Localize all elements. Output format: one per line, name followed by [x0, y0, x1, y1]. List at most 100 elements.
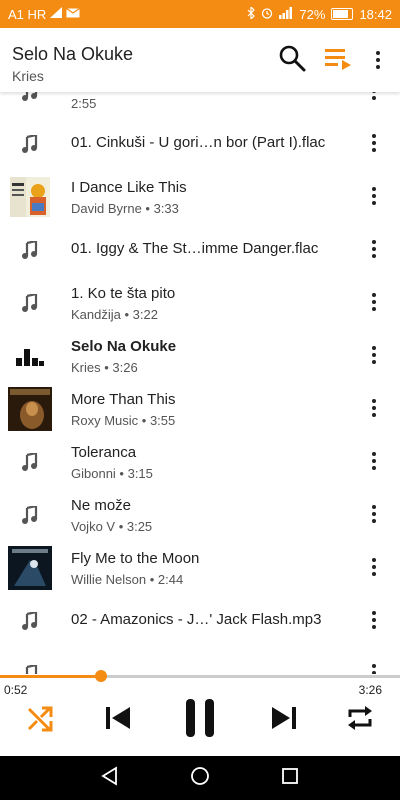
skip-previous-icon [105, 706, 131, 735]
track-subtitle: Vojko V • 3:25 [71, 519, 153, 534]
list-item[interactable]: Ne može Vojko V • 3:25 [0, 489, 400, 542]
back-button[interactable] [96, 764, 124, 792]
album-art [8, 387, 52, 431]
skip-next-icon [271, 706, 297, 735]
more-vert-icon [372, 558, 376, 576]
track-more-button[interactable] [362, 658, 386, 674]
music-note-icon [10, 442, 50, 482]
music-note-icon [10, 283, 50, 323]
play-queue-button[interactable] [322, 44, 354, 76]
pause-icon [185, 698, 215, 743]
track-title: I Dance Like This [71, 179, 187, 196]
clock: 18:42 [359, 6, 392, 22]
music-note-icon [10, 654, 50, 674]
next-button[interactable] [262, 700, 306, 740]
track-title: Toleranca [71, 444, 137, 461]
search-button[interactable] [276, 44, 308, 76]
more-vert-icon [372, 505, 376, 523]
back-triangle-icon [100, 765, 120, 791]
list-item[interactable]: Fly Me to the Moon Willie Nelson • 2:44 [0, 542, 400, 595]
track-more-button[interactable] [362, 92, 386, 106]
track-title: 01. Cinkuši - U gori…n bor (Part I).flac [71, 134, 326, 151]
music-note-icon [10, 124, 50, 164]
track-more-button[interactable] [362, 181, 386, 211]
repeat-button[interactable] [338, 700, 382, 740]
album-art [8, 546, 52, 590]
play-queue-icon [323, 45, 353, 76]
seek-progress [0, 675, 101, 678]
track-more-button[interactable] [362, 234, 386, 264]
repeat-icon [345, 703, 375, 738]
more-vert-icon [372, 399, 376, 417]
battery-icon [331, 8, 354, 20]
more-vert-icon [376, 51, 380, 69]
track-subtitle: Willie Nelson • 2:44 [71, 572, 184, 587]
music-note-icon [10, 495, 50, 535]
track-more-button[interactable] [362, 605, 386, 635]
track-more-button[interactable] [362, 128, 386, 158]
home-circle-icon [190, 766, 210, 791]
track-title: Fly Me to the Moon [71, 550, 200, 567]
app-header: Selo Na Okuke Kries [0, 28, 400, 92]
list-item-now-playing[interactable]: Selo Na Okuke Kries • 3:26 [0, 330, 400, 383]
album-art [10, 177, 50, 217]
page-title: Selo Na Okuke [12, 44, 134, 64]
list-item[interactable]: 01. Cinkuši - U gori…n bor (Part I).flac [0, 118, 400, 171]
seek-thumb[interactable] [94, 670, 107, 682]
track-title: 1. Ko te šta pito [71, 285, 176, 302]
music-note-icon [10, 230, 50, 270]
list-item[interactable]: 02 - Amazonics - J…' Jack Flash.mp3 [0, 595, 400, 648]
list-item[interactable] [0, 648, 400, 674]
more-vert-icon [372, 187, 376, 205]
track-subtitle: Gibonni • 3:15 [71, 466, 153, 481]
track-title: 02 - Amazonics - J…' Jack Flash.mp3 [71, 611, 322, 628]
list-item[interactable]: More Than This Roxy Music • 3:55 [0, 383, 400, 436]
track-more-button[interactable] [362, 393, 386, 423]
battery-percent: 72% [299, 6, 326, 22]
track-title: More Than This [71, 391, 176, 408]
now-playing-equalizer-icon [10, 336, 50, 376]
track-more-button[interactable] [362, 552, 386, 582]
list-item[interactable]: I Dance Like This David Byrne • 3:33 [0, 171, 400, 224]
seek-bar[interactable] [0, 670, 400, 682]
more-vert-icon [372, 664, 376, 674]
recents-button[interactable] [276, 764, 304, 792]
track-title: 01. Iggy & The St…imme Danger.flac [71, 240, 319, 257]
carrier-label: A1 HR [8, 6, 47, 22]
home-button[interactable] [186, 764, 214, 792]
track-more-button[interactable] [362, 499, 386, 529]
track-subtitle: 2:55 [71, 96, 97, 111]
mail-icon [66, 7, 81, 21]
alarm-icon [261, 7, 273, 22]
previous-button[interactable] [96, 700, 140, 740]
shuffle-icon [26, 704, 54, 737]
more-vert-icon [372, 611, 376, 629]
shuffle-button[interactable] [18, 700, 62, 740]
list-item[interactable]: 01. Iggy & The St…imme Danger.flac [0, 224, 400, 277]
track-subtitle: Kandžija • 3:22 [71, 307, 158, 322]
track-subtitle: Roxy Music • 3:55 [71, 413, 176, 428]
track-subtitle: Kries • 3:26 [71, 360, 138, 375]
list-item[interactable]: 2:55 [0, 92, 400, 119]
list-item[interactable]: 1. Ko te šta pito Kandžija • 3:22 [0, 277, 400, 330]
overflow-menu-button[interactable] [362, 44, 394, 76]
more-vert-icon [372, 293, 376, 311]
track-subtitle: David Byrne • 3:33 [71, 201, 179, 216]
search-icon [278, 44, 306, 77]
more-vert-icon [372, 346, 376, 364]
status-bar: A1 HR 72% 18:42 [0, 0, 400, 28]
track-more-button[interactable] [362, 446, 386, 476]
music-note-icon [10, 601, 50, 641]
music-note-icon [10, 92, 50, 112]
track-list[interactable]: 2:55 01. Cinkuši - U gori…n bor (Part I)… [0, 92, 400, 674]
track-title: Selo Na Okuke [71, 338, 177, 355]
more-vert-icon [372, 134, 376, 152]
total-time: 3:26 [358, 683, 382, 697]
play-pause-button[interactable] [178, 698, 222, 743]
bluetooth-icon [247, 5, 256, 22]
current-time: 0:52 [4, 683, 28, 697]
track-more-button[interactable] [362, 340, 386, 370]
list-item[interactable]: Toleranca Gibonni • 3:15 [0, 436, 400, 489]
page-subtitle: Kries [12, 68, 44, 84]
track-more-button[interactable] [362, 287, 386, 317]
